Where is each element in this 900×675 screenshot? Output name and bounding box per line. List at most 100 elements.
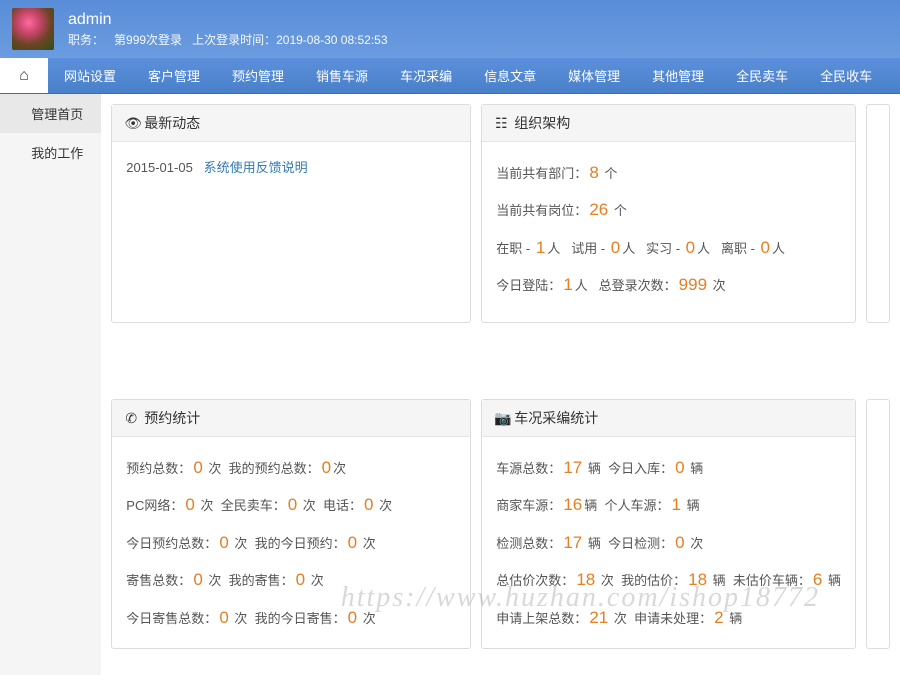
nav-sell-car[interactable]: 全民卖车 [720, 58, 804, 93]
org-intern-count: 0 [686, 238, 695, 257]
sidebar: 管理首页 我的工作 [0, 94, 101, 675]
vh-src-unit: 辆 [584, 461, 601, 476]
nav-buy-car[interactable]: 全民收车 [804, 58, 888, 93]
navbar: ⌂ 网站设置 客户管理 预约管理 销售车源 车况采编 信息文章 媒体管理 其他管… [0, 58, 900, 94]
vh-personal-unit: 辆 [683, 498, 700, 513]
vh-personal-label: 个人车源： [604, 498, 669, 513]
user-info: admin 职务： 第999次登录 上次登录时间：2019-08-30 08:5… [68, 11, 388, 48]
org-today-login-unit: 人 [575, 278, 588, 293]
panel-booking-body: 预约总数：0 次 我的预约总数：0次 PC网络：0 次 全民卖车：0 次 电话：… [112, 437, 470, 648]
org-onjob-label: 在职 - [496, 241, 534, 256]
nav-site-settings[interactable]: 网站设置 [48, 58, 132, 93]
org-intern-unit: 人 [697, 241, 710, 256]
nav-booking-mgmt[interactable]: 预约管理 [216, 58, 300, 93]
bk-phone-unit: 次 [376, 498, 393, 513]
org-onjob-count: 1 [536, 238, 545, 257]
vh-todaycheck-count: 0 [675, 533, 684, 552]
username: admin [68, 11, 388, 29]
org-trial-unit: 人 [622, 241, 635, 256]
bk-today-label: 今日预约总数： [126, 536, 217, 551]
nav-other-mgmt[interactable]: 其他管理 [636, 58, 720, 93]
panel-org-body: 当前共有部门：8 个 当前共有岗位：26 个 在职 - 1人 试用 - 0人 实… [482, 142, 855, 316]
bk-mytotal-label: 我的预约总数： [229, 461, 320, 476]
nav-media-mgmt[interactable]: 媒体管理 [552, 58, 636, 93]
bk-phone-count: 0 [364, 495, 373, 514]
vh-todayin-count: 0 [675, 458, 684, 477]
vh-apply-count: 21 [589, 608, 608, 627]
vh-dealer-label: 商家车源： [496, 498, 561, 513]
bk-mytotal-unit: 次 [333, 461, 346, 476]
org-leave-label: 离职 - [721, 241, 759, 256]
org-today-login-count: 1 [563, 275, 572, 294]
vh-personal-count: 1 [672, 495, 681, 514]
org-dept-unit: 个 [601, 166, 618, 181]
vh-myest-count: 18 [688, 570, 707, 589]
bk-today-count: 0 [219, 533, 228, 552]
vh-dealer-unit: 辆 [584, 498, 597, 513]
nav-sales-source[interactable]: 销售车源 [300, 58, 384, 93]
panel-edge-2 [866, 399, 890, 649]
panel-vehicle: 📷 车况采编统计 车源总数：17 辆 今日入库：0 辆 商家车源：16辆 个人车… [481, 399, 856, 649]
vh-todayin-unit: 辆 [687, 461, 704, 476]
bk-sell-count: 0 [288, 495, 297, 514]
bk-sell-unit: 次 [299, 498, 316, 513]
home-icon: ⌂ [17, 67, 31, 85]
org-dept-count: 8 [589, 163, 598, 182]
bk-pc-label: PC网络： [126, 498, 183, 513]
vh-todaycheck-unit: 次 [687, 536, 704, 551]
bk-todayconsign-count: 0 [219, 608, 228, 627]
bk-sell-label: 全民卖车： [221, 498, 286, 513]
main-content: 👁 最新动态 2015-01-05 系统使用反馈说明 ☷ 组织架构 当前共有部门… [101, 94, 900, 675]
org-today-login-label: 今日登陆： [496, 278, 561, 293]
vh-pending-label: 申请未处理： [634, 611, 712, 626]
bk-mytodayconsign-count: 0 [348, 608, 357, 627]
nav-info-articles[interactable]: 信息文章 [468, 58, 552, 93]
nav-vehicle-edit[interactable]: 车况采编 [384, 58, 468, 93]
bk-mytoday-count: 0 [348, 533, 357, 552]
bk-total-unit: 次 [205, 461, 222, 476]
org-onjob-unit: 人 [547, 241, 560, 256]
org-total-login-unit: 次 [709, 278, 726, 293]
panel-booking: ✆ 预约统计 预约总数：0 次 我的预约总数：0次 PC网络：0 次 全民卖车：… [111, 399, 471, 649]
vh-check-count: 17 [563, 533, 582, 552]
bk-mytoday-label: 我的今日预约： [255, 536, 346, 551]
bk-total-label: 预约总数： [126, 461, 191, 476]
bk-mytodayconsign-label: 我的今日寄售： [255, 611, 346, 626]
last-login-label: 上次登录时间： [192, 33, 276, 47]
org-trial-count: 0 [611, 238, 620, 257]
bk-todayconsign-label: 今日寄售总数： [126, 611, 217, 626]
panel-org-title: 组织架构 [514, 113, 570, 133]
vh-unest-unit: 辆 [824, 573, 841, 588]
avatar[interactable] [12, 8, 54, 50]
bk-consign-unit: 次 [205, 573, 222, 588]
sidebar-item-mywork[interactable]: 我的工作 [0, 133, 101, 172]
news-link[interactable]: 系统使用反馈说明 [204, 160, 308, 175]
home-button[interactable]: ⌂ [0, 58, 48, 93]
vh-pending-count: 2 [714, 608, 723, 627]
vh-est-label: 总估价次数： [496, 573, 574, 588]
sidebar-item-home[interactable]: 管理首页 [0, 94, 101, 133]
panel-edge-1 [866, 104, 890, 323]
panel-org: ☷ 组织架构 当前共有部门：8 个 当前共有岗位：26 个 在职 - 1人 试用… [481, 104, 856, 323]
nav-customer-mgmt[interactable]: 客户管理 [132, 58, 216, 93]
bk-mytodayconsign-unit: 次 [359, 611, 376, 626]
vh-pending-unit: 辆 [726, 611, 743, 626]
phone-icon: ✆ [124, 410, 138, 427]
news-date: 2015-01-05 [126, 160, 193, 175]
panel-booking-header: ✆ 预约统计 [112, 400, 470, 437]
vh-src-label: 车源总数： [496, 461, 561, 476]
vh-myest-label: 我的估价： [621, 573, 686, 588]
panel-vehicle-title: 车况采编统计 [514, 408, 598, 428]
role-label: 职务： [68, 33, 104, 47]
bk-today-unit: 次 [231, 536, 248, 551]
vh-unest-label: 未估价车辆： [733, 573, 811, 588]
vh-apply-label: 申请上架总数： [496, 611, 587, 626]
bk-consign-count: 0 [193, 570, 202, 589]
bk-todayconsign-unit: 次 [231, 611, 248, 626]
vh-est-count: 18 [576, 570, 595, 589]
panel-news: 👁 最新动态 2015-01-05 系统使用反馈说明 [111, 104, 471, 323]
header-bar: admin 职务： 第999次登录 上次登录时间：2019-08-30 08:5… [0, 0, 900, 58]
vh-dealer-count: 16 [563, 495, 582, 514]
camera-icon: 📷 [494, 410, 508, 427]
org-pos-label: 当前共有岗位： [496, 203, 587, 218]
